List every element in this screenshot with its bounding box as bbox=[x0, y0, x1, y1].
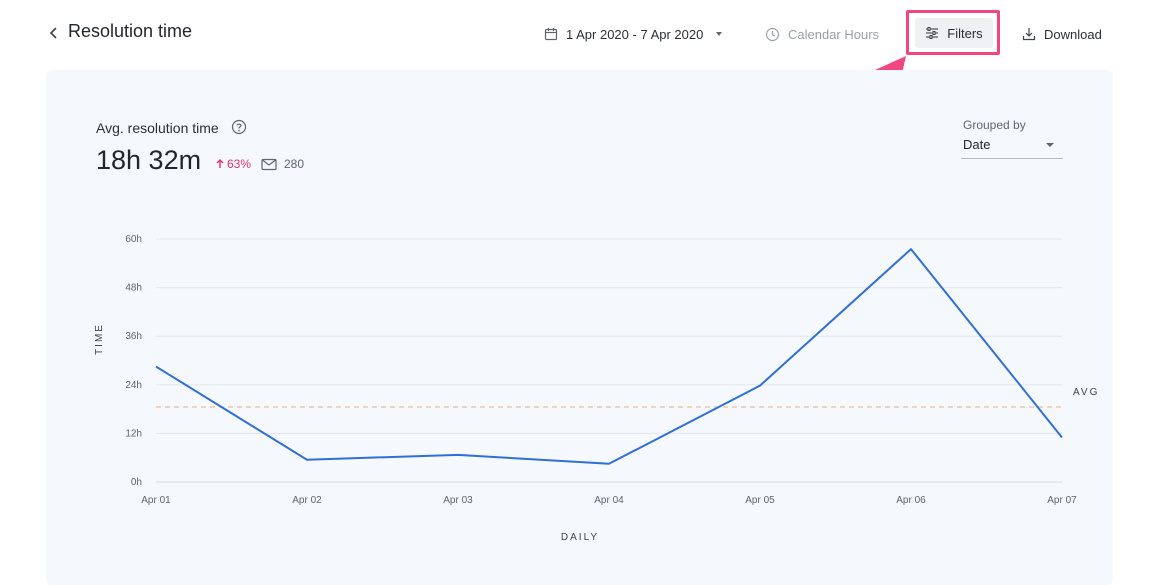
metric-value: 18h 32m bbox=[96, 145, 202, 175]
filters-button[interactable]: Filters bbox=[915, 18, 993, 48]
calendar-hours-label: Calendar Hours bbox=[788, 26, 880, 42]
download-label: Download bbox=[1044, 26, 1102, 42]
help-icon[interactable] bbox=[231, 119, 247, 135]
metric-label: Avg. resolution time bbox=[96, 120, 219, 136]
arrow-up-icon bbox=[216, 159, 224, 168]
filters-label: Filters bbox=[947, 25, 983, 41]
clock-icon bbox=[765, 27, 780, 41]
conversation-count: 280 bbox=[284, 157, 305, 171]
grouped-by-value: Date bbox=[963, 137, 991, 152]
calendar-hours-toggle[interactable]: Calendar Hours bbox=[765, 18, 879, 50]
grouped-by-label: Grouped by bbox=[963, 118, 1026, 132]
top-bar: Resolution time 1 Apr 2020 - 7 Apr 2020 … bbox=[0, 0, 1155, 68]
chevron-left-icon bbox=[49, 27, 57, 39]
download-icon bbox=[1022, 28, 1036, 41]
filters-highlight-box: Filters bbox=[906, 10, 1000, 55]
trend-badge: 63% bbox=[216, 157, 251, 171]
caret-down-icon bbox=[716, 32, 723, 36]
date-range-picker[interactable]: 1 Apr 2020 - 7 Apr 2020 bbox=[544, 18, 727, 50]
mail-icon bbox=[261, 158, 277, 171]
grouped-by-select[interactable]: Date bbox=[961, 134, 1063, 159]
back-button[interactable] bbox=[44, 22, 64, 44]
caret-down-icon bbox=[1046, 143, 1054, 147]
trend-value: 63% bbox=[227, 157, 252, 171]
page-title: Resolution time bbox=[68, 21, 193, 41]
calendar-icon bbox=[544, 28, 558, 41]
date-range-label: 1 Apr 2020 - 7 Apr 2020 bbox=[566, 26, 704, 42]
filter-sliders-icon bbox=[926, 27, 939, 39]
chart-panel bbox=[46, 70, 1113, 585]
download-button[interactable]: Download bbox=[1022, 18, 1102, 50]
